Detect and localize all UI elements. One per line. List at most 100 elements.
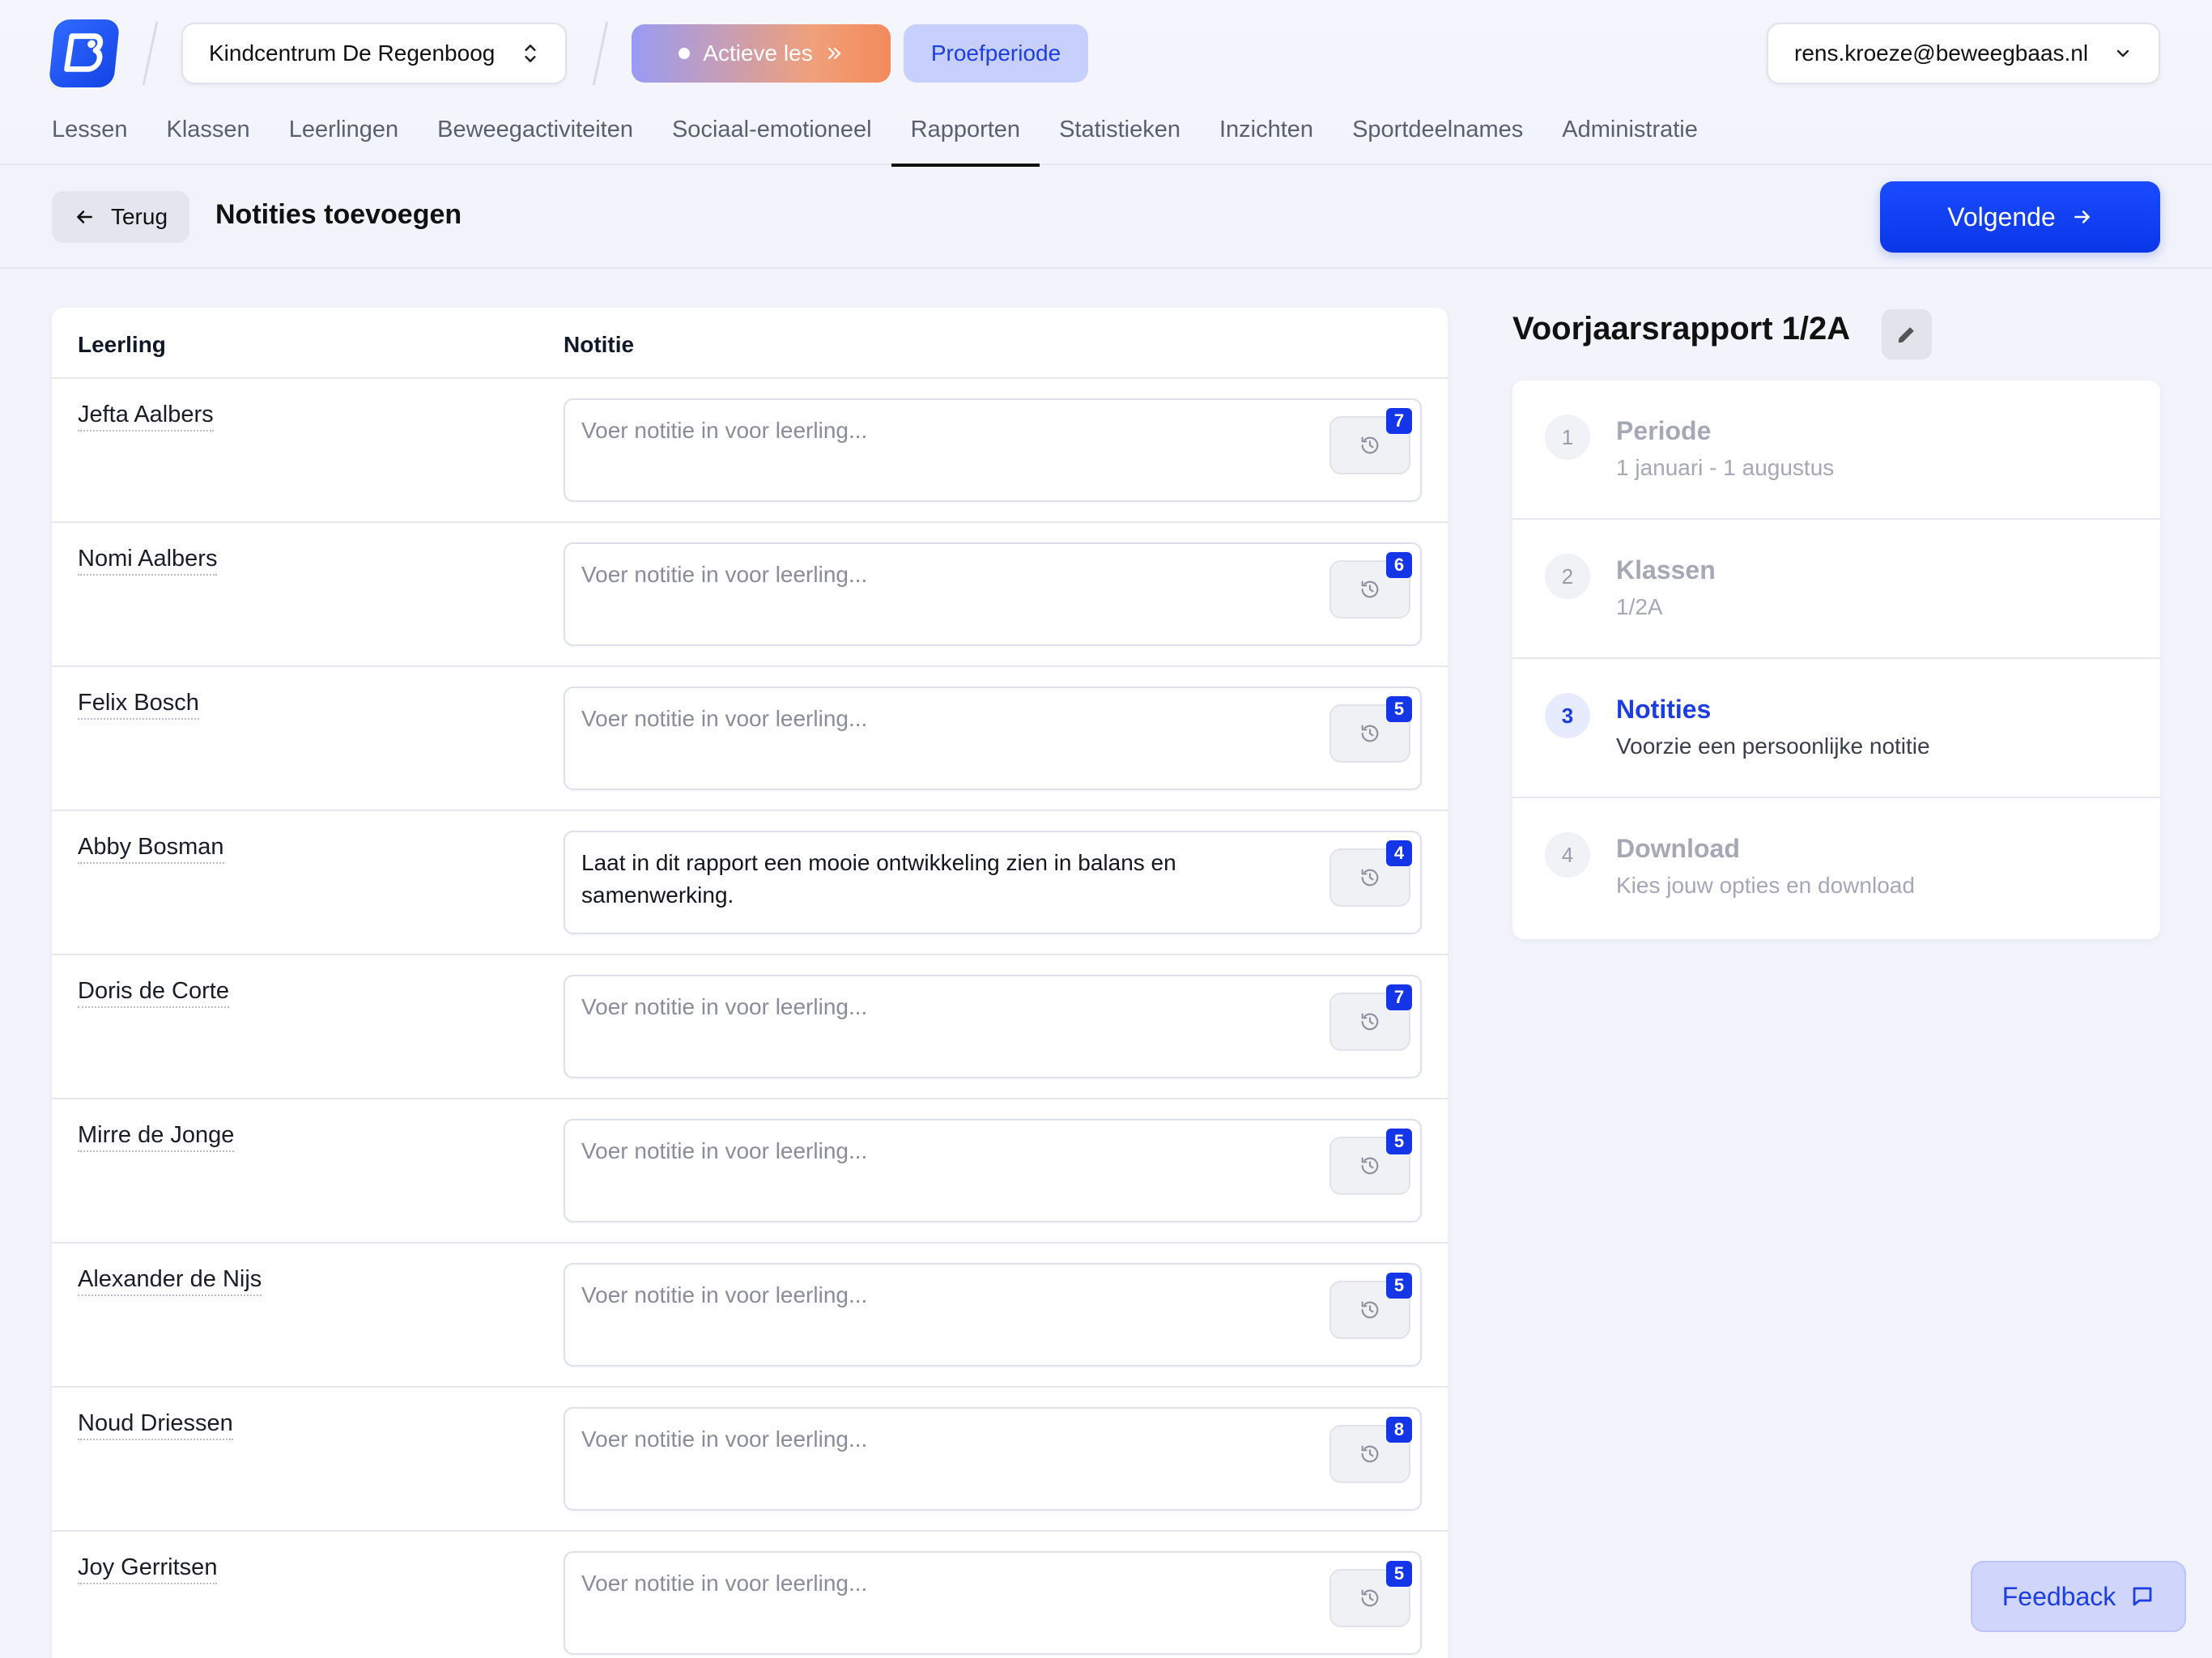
note-text: Voer notitie in voor leerling...	[581, 562, 868, 587]
note-input[interactable]: Voer notitie in voor leerling... 5	[564, 1119, 1422, 1222]
arrow-left-icon	[77, 210, 92, 223]
step-download[interactable]: 4 Download Kies jouw opties en download	[1512, 798, 2160, 937]
step-subtitle: Kies jouw opties en download	[1616, 873, 1915, 898]
note-text: Voer notitie in voor leerling...	[581, 418, 868, 443]
note-count-badge: 7	[1386, 984, 1412, 1010]
note-count-badge: 5	[1386, 1129, 1412, 1154]
step-subtitle: 1/2A	[1616, 594, 1663, 619]
message-icon	[2133, 1587, 2152, 1606]
school-selector-label: Kindcentrum De Regenboog	[209, 40, 496, 66]
note-input[interactable]: Voer notitie in voor leerling... 6	[564, 542, 1422, 646]
edit-report-button[interactable]	[1882, 309, 1932, 359]
nav-sociaal-emotioneel[interactable]: Sociaal-emotioneel	[672, 102, 872, 165]
step-klassen[interactable]: 2 Klassen 1/2A	[1512, 520, 2160, 659]
history-icon	[1361, 1589, 1379, 1607]
note-text: Voer notitie in voor leerling...	[581, 1282, 868, 1307]
student-name[interactable]: Alexander de Nijs	[78, 1266, 262, 1296]
user-menu[interactable]: rens.kroeze@beweegbaas.nl	[1767, 23, 2160, 84]
page-title: Notities toevoegen	[215, 199, 462, 230]
history-icon	[1361, 869, 1379, 886]
note-text: Voer notitie in voor leerling...	[581, 994, 868, 1019]
note-text: Voer notitie in voor leerling...	[581, 1571, 868, 1596]
note-text: Voer notitie in voor leerling...	[581, 1138, 868, 1163]
chevron-down-icon	[2116, 49, 2129, 57]
student-name[interactable]: Abby Bosman	[78, 834, 224, 864]
beweegbaas-logo-icon[interactable]	[48, 19, 121, 87]
note-count-badge: 4	[1386, 840, 1412, 866]
table-row: Doris de Corte Voer notitie in voor leerl…	[52, 955, 1448, 1099]
step-number: 4	[1545, 832, 1590, 878]
back-button[interactable]: Terug	[52, 191, 189, 243]
student-name[interactable]: Noud Driessen	[78, 1410, 233, 1440]
live-dot-icon	[678, 48, 691, 59]
history-icon	[1361, 1013, 1379, 1031]
note-input[interactable]: Voer notitie in voor leerling... 5	[564, 687, 1422, 790]
note-input[interactable]: Voer notitie in voor leerling... 5	[564, 1551, 1422, 1655]
divider	[592, 21, 609, 86]
back-button-label: Terug	[110, 204, 168, 229]
student-name[interactable]: Mirre de Jonge	[78, 1122, 235, 1152]
student-name[interactable]: Nomi Aalbers	[78, 546, 218, 576]
table-row: Alexander de Nijs Voer notitie in voor le…	[52, 1244, 1448, 1388]
step-notities[interactable]: 3 Notities Voorzie een persoonlijke notiti…	[1512, 659, 2160, 798]
feedback-label: Feedback	[2001, 1581, 2116, 1611]
trial-badge[interactable]: Proefperiode	[904, 24, 1088, 83]
top-bar: Kindcentrum De Regenboog Actieve les Pro…	[0, 0, 2212, 167]
table-row: Nomi Aalbers Voer notitie in voor leerlin…	[52, 523, 1448, 667]
step-title: Notities	[1616, 695, 1712, 724]
note-count-badge: 8	[1386, 1417, 1412, 1443]
page-header: Terug Notities toevoegen Volgende	[0, 167, 2212, 269]
school-selector[interactable]: Kindcentrum De Regenboog	[181, 23, 567, 84]
step-number: 2	[1545, 554, 1590, 599]
user-email: rens.kroeze@beweegbaas.nl	[1794, 40, 2089, 66]
chevron-up-down-icon	[525, 45, 536, 62]
nav-inzichten[interactable]: Inzichten	[1219, 102, 1313, 165]
nav-administratie[interactable]: Administratie	[1562, 102, 1698, 165]
column-header-note: Notitie	[564, 332, 635, 357]
step-number: 3	[1545, 693, 1590, 738]
note-text: Laat in dit rapport een mooie ontwikkeli…	[581, 850, 1176, 908]
active-lesson-button[interactable]: Actieve les	[632, 24, 891, 83]
table-row: Jefta Aalbers Voer notitie in voor leerli…	[52, 379, 1448, 523]
note-text: Voer notitie in voor leerling...	[581, 1426, 868, 1452]
note-count-badge: 5	[1386, 696, 1412, 722]
step-subtitle: 1 januari - 1 augustus	[1616, 455, 1835, 480]
history-icon	[1361, 1157, 1379, 1175]
pencil-icon	[1898, 327, 1914, 343]
note-input[interactable]: Voer notitie in voor leerling... 7	[564, 398, 1422, 502]
nav-lessen[interactable]: Lessen	[52, 102, 128, 165]
student-name[interactable]: Felix Bosch	[78, 690, 199, 720]
note-input[interactable]: Laat in dit rapport een mooie ontwikkeli…	[564, 831, 1422, 934]
note-count-badge: 6	[1386, 552, 1412, 578]
step-periode[interactable]: 1 Periode 1 januari - 1 augustus	[1512, 380, 2160, 520]
history-icon	[1361, 1301, 1379, 1319]
notes-table: Leerling Notitie Jefta Aalbers Voer notit…	[52, 308, 1448, 1658]
student-name[interactable]: Jefta Aalbers	[78, 402, 214, 432]
table-row: Noud Driessen Voer notitie in voor leerli…	[52, 1388, 1448, 1532]
note-input[interactable]: Voer notitie in voor leerling... 8	[564, 1407, 1422, 1511]
nav-sportdeelnames[interactable]: Sportdeelnames	[1352, 102, 1523, 165]
nav-leerlingen[interactable]: Leerlingen	[289, 102, 398, 165]
history-icon	[1361, 436, 1379, 454]
note-count-badge: 5	[1386, 1273, 1412, 1299]
student-name[interactable]: Joy Gerritsen	[78, 1554, 218, 1584]
table-header: Leerling Notitie	[52, 308, 1448, 379]
feedback-button[interactable]: Feedback	[1971, 1561, 2186, 1632]
history-icon	[1361, 725, 1379, 742]
note-input[interactable]: Voer notitie in voor leerling... 5	[564, 1263, 1422, 1367]
student-name[interactable]: Doris de Corte	[78, 978, 229, 1008]
table-row: Mirre de Jonge Voer notitie in voor leerl…	[52, 1099, 1448, 1244]
note-input[interactable]: Voer notitie in voor leerling... 7	[564, 975, 1422, 1078]
nav-klassen[interactable]: Klassen	[167, 102, 250, 165]
table-row: Joy Gerritsen Voer notitie in voor leerli…	[52, 1532, 1448, 1658]
report-title: Voorjaarsrapport 1/2A	[1512, 311, 1851, 346]
next-button[interactable]: Volgende	[1880, 181, 2160, 253]
history-icon	[1361, 580, 1379, 598]
nav-statistieken[interactable]: Statistieken	[1059, 102, 1180, 165]
main-nav: Lessen Klassen Leerlingen Beweegactivite…	[52, 102, 1737, 167]
arrow-right-icon	[2074, 210, 2090, 223]
nav-rapporten[interactable]: Rapporten	[891, 102, 1040, 167]
chevrons-right-icon	[827, 47, 840, 60]
note-text: Voer notitie in voor leerling...	[581, 706, 868, 731]
nav-beweegactiviteiten[interactable]: Beweegactiviteiten	[437, 102, 633, 165]
